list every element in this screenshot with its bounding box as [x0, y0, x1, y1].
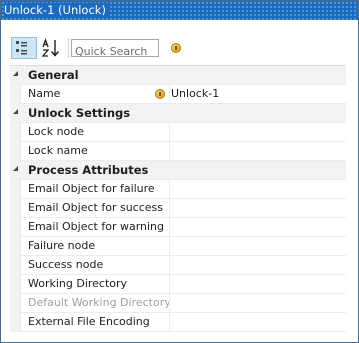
property-name: Lock node	[28, 125, 85, 138]
property-row-lock-node[interactable]: Lock node	[10, 123, 346, 142]
category-unlock-settings[interactable]: Unlock Settings	[10, 104, 346, 123]
property-name: Default Working Directory	[28, 296, 171, 309]
property-name: Working Directory	[28, 277, 128, 290]
info-icon[interactable]	[171, 43, 181, 53]
quick-search-box[interactable]	[71, 39, 159, 60]
property-name: Email Object for success	[28, 201, 163, 214]
property-row-lock-name[interactable]: Lock name	[10, 142, 346, 161]
toolbar-separator	[68, 38, 69, 58]
property-value[interactable]: Unlock-1	[171, 85, 219, 103]
property-row-name[interactable]: Name Unlock-1	[10, 85, 346, 104]
window-title: Unlock-1 (Unlock)	[4, 3, 110, 18]
property-row-success-node[interactable]: Success node	[10, 256, 346, 275]
category-label: Process Attributes	[28, 163, 149, 177]
categorized-view-button[interactable]	[11, 37, 37, 59]
property-row-email-failure[interactable]: Email Object for failure	[10, 180, 346, 199]
property-row-working-directory[interactable]: Working Directory	[10, 275, 346, 294]
category-process-attributes[interactable]: Process Attributes	[10, 161, 346, 180]
property-row-external-file-encoding[interactable]: External File Encoding	[10, 313, 346, 332]
property-name: Email Object for warning	[28, 220, 165, 233]
property-name: Name	[28, 87, 61, 100]
property-toolbar	[1, 20, 358, 65]
category-label: Unlock Settings	[28, 106, 131, 120]
categorized-view-icon	[16, 41, 27, 55]
property-grid: General Name Unlock-1 Unlock Settings Lo…	[10, 65, 346, 335]
quick-search-input[interactable]	[72, 43, 159, 60]
property-row-email-warning[interactable]: Email Object for warning	[10, 218, 346, 237]
collapse-icon[interactable]	[13, 109, 18, 114]
info-icon	[155, 89, 165, 99]
property-row-failure-node[interactable]: Failure node	[10, 237, 346, 256]
collapse-icon[interactable]	[13, 71, 18, 76]
property-row-default-working-directory: Default Working Directory	[10, 294, 346, 313]
collapse-icon[interactable]	[13, 166, 18, 171]
category-label: General	[28, 68, 79, 82]
property-name: Lock name	[28, 144, 88, 157]
property-name: Failure node	[28, 239, 96, 252]
alphabetical-sort-button[interactable]	[40, 37, 64, 59]
property-name: Success node	[28, 258, 104, 271]
property-row-email-success[interactable]: Email Object for success	[10, 199, 346, 218]
category-general[interactable]: General	[10, 66, 346, 85]
property-name: External File Encoding	[28, 315, 150, 328]
property-name: Email Object for failure	[28, 182, 155, 195]
alphabetical-sort-icon	[41, 38, 60, 57]
title-bar[interactable]: Unlock-1 (Unlock)	[1, 1, 358, 20]
property-window: Unlock-1 (Unlock) Quick Search General N…	[0, 0, 359, 343]
